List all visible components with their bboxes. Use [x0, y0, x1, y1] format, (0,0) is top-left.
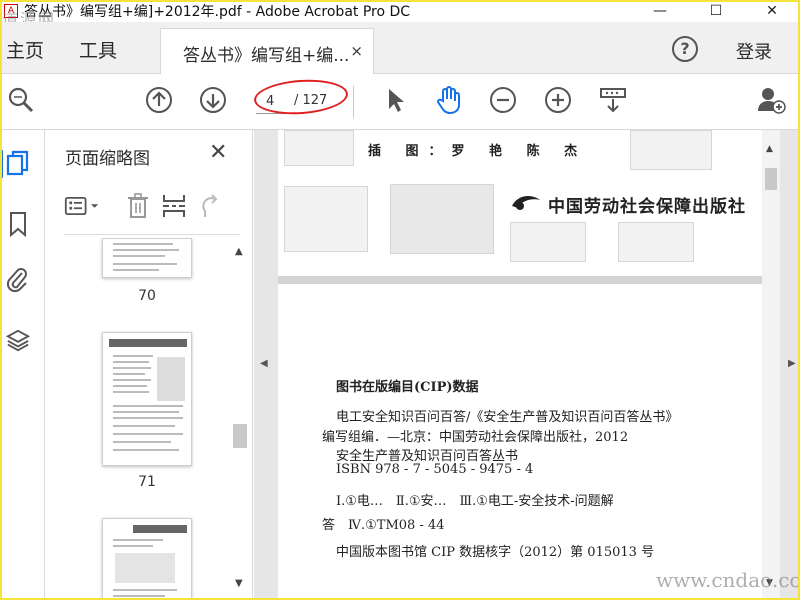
cip-line: 电工安全知识百问百答/《安全生产普及知识百问百答丛书》 — [336, 410, 679, 425]
document-view[interactable]: ◀ 插 图：罗 艳 陈 杰 中国劳动社会保障出版社 图书在版编目(CIP)数据 … — [254, 130, 800, 600]
cartoon-illustration — [284, 130, 354, 166]
tab-home[interactable]: 主页 — [6, 36, 44, 63]
panel-close-button[interactable]: ✕ — [209, 140, 227, 165]
attachment-icon[interactable] — [6, 265, 30, 293]
illustrator-credit: 插 图：罗 艳 陈 杰 — [368, 144, 588, 159]
page-thumbnails-icon[interactable] — [6, 150, 30, 178]
scroll-up-arrow-icon[interactable]: ▲ — [235, 246, 243, 257]
search-zoom-icon[interactable] — [6, 85, 36, 115]
panel-title: 页面缩略图 — [65, 149, 150, 169]
scroll-mode-icon[interactable] — [598, 85, 628, 115]
document-scrollbar-thumb[interactable] — [765, 168, 777, 190]
minimize-button[interactable]: — — [632, 0, 688, 22]
tab-bar: 主页 工具 答丛书》编写组+编... × ? 登录 — [0, 22, 800, 74]
cartoon-illustration — [390, 184, 494, 254]
prev-page-icon[interactable] — [144, 85, 174, 115]
thumbnail-scrollbar[interactable]: ▲ ▼ — [232, 238, 248, 600]
window-title: 答丛书》编写组+编]+2012年.pdf - Adobe Acrobat Pro… — [24, 4, 411, 20]
navigation-rail — [0, 130, 45, 600]
window-controls: — ☐ ✕ — [632, 0, 800, 22]
thumbnail-page-72[interactable] — [102, 518, 192, 600]
title-bar: A 答丛书》编写组+编]+2012年.pdf - Adobe Acrobat P… — [0, 0, 800, 22]
publisher-logo-icon — [510, 192, 542, 218]
thumbnail-page-71[interactable] — [102, 332, 192, 466]
layers-icon[interactable] — [6, 326, 30, 354]
thumbnail-page-70[interactable] — [102, 238, 192, 278]
document-tab-close-button[interactable]: × — [350, 42, 363, 60]
collapse-right-panel-icon[interactable]: ▶ — [788, 358, 796, 369]
cartoon-illustration — [510, 222, 586, 262]
pdf-page: 插 图：罗 艳 陈 杰 中国劳动社会保障出版社 图书在版编目(CIP)数据 电工… — [278, 130, 764, 600]
thumbnail-label: 71 — [138, 474, 156, 490]
thumbnail-options-menu-icon[interactable] — [64, 191, 100, 221]
maximize-button[interactable]: ☐ — [688, 0, 744, 22]
document-tab-label: 答丛书》编写组+编... — [183, 46, 350, 66]
cip-isbn: ISBN 978 - 7 - 5045 - 9475 - 4 — [336, 462, 534, 477]
thumbnail-label: 70 — [138, 288, 156, 304]
toolbar-divider — [353, 86, 354, 118]
page-separator — [278, 276, 764, 284]
cip-line: 答 Ⅳ.①TM08 - 44 — [322, 518, 445, 533]
next-page-icon[interactable] — [198, 85, 228, 115]
document-tab[interactable]: 答丛书》编写组+编... × — [160, 28, 374, 74]
previous-page-bottom: 插 图：罗 艳 陈 杰 中国劳动社会保障出版社 — [278, 130, 764, 276]
tab-tools[interactable]: 工具 — [79, 36, 117, 63]
bookmark-icon[interactable] — [6, 210, 30, 238]
thumbnail-list[interactable]: 70 71 — [46, 238, 232, 600]
collapse-left-panel-icon[interactable]: ◀ — [260, 358, 268, 369]
site-watermark-bottom: www.cndao.com — [656, 568, 800, 592]
active-rail-indicator — [0, 150, 3, 178]
panel-toolbar — [64, 188, 228, 224]
cartoon-illustration — [284, 186, 368, 252]
cip-record-number: 中国版本图书馆 CIP 数据核字（2012）第 015013 号 — [336, 545, 655, 560]
thumbnail-scrollbar-thumb[interactable] — [233, 424, 247, 448]
hand-tool-icon[interactable] — [434, 85, 464, 115]
cip-heading: 图书在版编目(CIP)数据 — [336, 380, 479, 395]
share-user-icon[interactable] — [756, 85, 786, 115]
cip-line: Ⅰ.①电… Ⅱ.①安… Ⅲ.①电工-安全技术-问题解 — [336, 494, 614, 509]
insert-page-icon[interactable] — [156, 191, 192, 221]
login-button[interactable]: 登录 — [736, 38, 772, 64]
zoom-out-icon[interactable] — [488, 85, 518, 115]
cip-line: 编写组编．—北京：中国劳动社会保障出版社，2012 — [322, 430, 629, 445]
panel-divider — [64, 234, 240, 235]
scroll-down-arrow-icon[interactable]: ▼ — [235, 578, 243, 589]
help-button[interactable]: ? — [672, 36, 698, 62]
zoom-in-icon[interactable] — [543, 85, 573, 115]
select-arrow-icon[interactable] — [380, 85, 410, 115]
cartoon-illustration — [618, 222, 694, 262]
delete-page-icon[interactable] — [120, 191, 156, 221]
page-thumbnails-panel: 页面缩略图 ✕ 70 71 ▲ ▼ — [46, 130, 253, 600]
close-window-button[interactable]: ✕ — [744, 0, 800, 22]
document-scrollbar[interactable]: ▲ ▼ — [762, 130, 780, 600]
main-toolbar: 4 / 127 — [0, 74, 800, 130]
rotate-page-icon[interactable] — [192, 191, 228, 221]
publisher-name: 中国劳动社会保障出版社 — [548, 197, 746, 217]
scroll-up-arrow-icon[interactable]: ▲ — [766, 144, 773, 154]
cartoon-illustration — [630, 130, 712, 170]
